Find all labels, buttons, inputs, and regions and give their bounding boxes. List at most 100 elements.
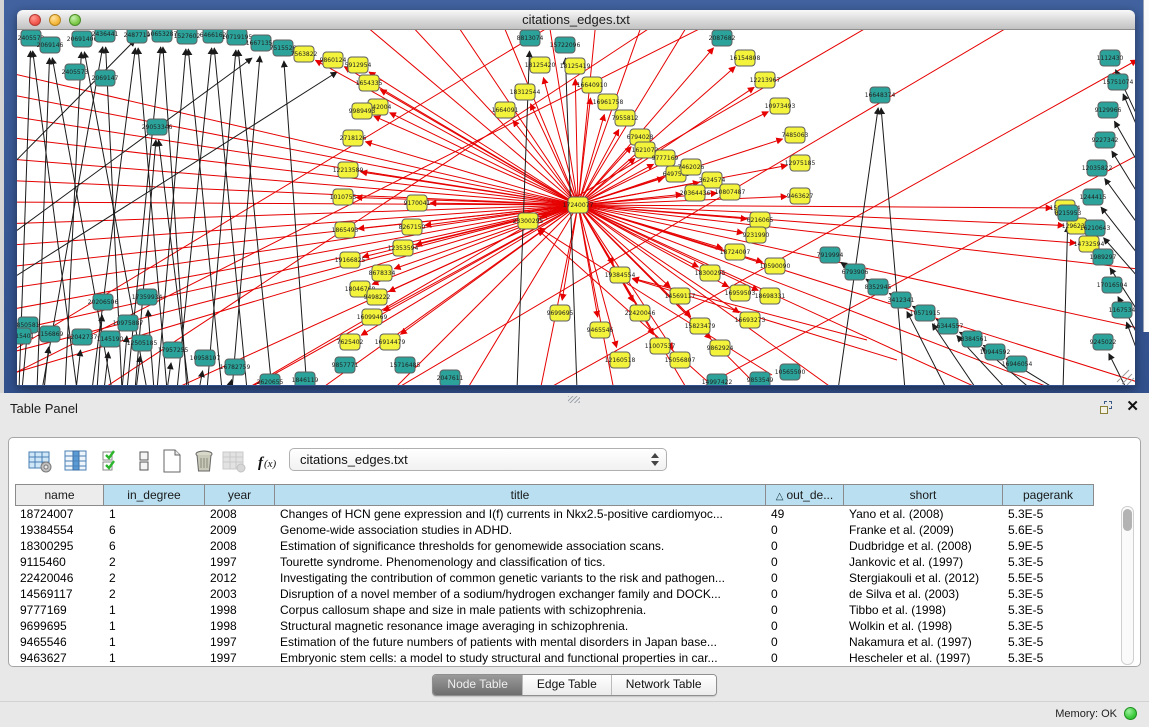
toggle-panel-icon[interactable]	[131, 448, 157, 474]
table-row[interactable]: 946554611997Estimation of the future num…	[15, 634, 1094, 650]
graph-node[interactable]: 2087682	[709, 30, 736, 46]
graph-node[interactable]: 18300295	[695, 265, 726, 281]
graph-node[interactable]: 7955812	[612, 110, 639, 126]
network-canvas[interactable]: 2405572206914620691406243644124877191065…	[17, 30, 1135, 385]
graph-node[interactable]: 12213967	[750, 72, 781, 88]
graph-node[interactable]: 2069146	[37, 37, 64, 53]
graph-node[interactable]: 10975887	[113, 315, 144, 331]
graph-node[interactable]: 1010755	[330, 189, 357, 205]
table-row[interactable]: 1830029562008Estimation of significance …	[15, 538, 1094, 554]
table-mode-icon[interactable]	[27, 448, 53, 474]
graph-node[interactable]: 6793906	[842, 264, 869, 280]
graph-node[interactable]: 8813074	[517, 30, 544, 46]
function-builder-icon[interactable]: f (x)	[255, 448, 281, 474]
splitter-handle[interactable]	[568, 396, 580, 403]
table-row[interactable]: 946362711997Embryonic stem cells: a mode…	[15, 650, 1094, 666]
graph-node[interactable]: 9777169	[652, 150, 679, 166]
column-header-year[interactable]: year	[205, 484, 275, 506]
graph-node[interactable]: 7485063	[782, 127, 809, 143]
select-rows-icon[interactable]	[99, 448, 125, 474]
graph-node[interactable]: 9170041	[404, 195, 431, 211]
graph-node[interactable]: 6216065	[747, 212, 774, 228]
graph-node[interactable]: 10958107	[190, 350, 221, 366]
graph-node[interactable]: 9463627	[787, 188, 814, 204]
table-select-dropdown[interactable]: citations_edges.txt	[289, 448, 667, 471]
tab-node-table[interactable]: Node Table	[433, 675, 522, 695]
graph-node[interactable]: 2620655	[257, 374, 284, 385]
column-header-pagerank[interactable]: pagerank	[1003, 484, 1094, 506]
graph-node[interactable]: 12035822	[1082, 160, 1113, 176]
graph-node[interactable]: 15722096	[550, 37, 581, 53]
graph-node[interactable]: 9498222	[364, 289, 391, 305]
graph-node[interactable]: 18698331	[755, 288, 786, 304]
graph-node[interactable]: 9465546	[587, 322, 614, 338]
graph-node[interactable]: 7919994	[817, 247, 844, 263]
table-row[interactable]: 911546021997Tourette syndrome. Phenomeno…	[15, 554, 1094, 570]
graph-node[interactable]: 7462026	[678, 159, 705, 175]
graph-node[interactable]: 16154808	[730, 50, 761, 66]
citation-graph[interactable]: 2405572206914620691406243644124877191065…	[17, 30, 1135, 385]
graph-node[interactable]: 11007537	[645, 338, 676, 354]
graph-node[interactable]: 9129966	[1095, 102, 1122, 118]
graph-node[interactable]: 9245022	[1090, 334, 1117, 350]
graph-node[interactable]: 8215953	[1055, 205, 1082, 221]
graph-node[interactable]: 9989493	[349, 103, 376, 119]
graph-node[interactable]: 1244415	[1080, 189, 1107, 205]
graph-node[interactable]: 8267150	[399, 219, 426, 235]
graph-node[interactable]: 10565500	[775, 364, 806, 380]
graph-node[interactable]: 19166825	[335, 252, 366, 268]
graph-node[interactable]: 1156869	[37, 326, 64, 342]
graph-node[interactable]: 2069147	[92, 70, 119, 86]
graph-node[interactable]: 19384554	[605, 267, 636, 283]
graph-node[interactable]: 9699695	[547, 305, 574, 321]
graph-node[interactable]: 2047611	[437, 370, 464, 385]
table-scrollbar-thumb[interactable]	[1123, 509, 1132, 531]
graph-node[interactable]: 7625402	[337, 334, 364, 350]
graph-node[interactable]: 15716485	[390, 357, 421, 373]
graph-node[interactable]: 5912954	[345, 57, 372, 73]
graph-node[interactable]: 7563822	[291, 46, 318, 62]
column-header-name[interactable]: name	[15, 484, 104, 506]
graph-node[interactable]: 14997422	[702, 374, 733, 385]
graph-node[interactable]: 3412341	[888, 292, 915, 308]
graph-node[interactable]: 1654335	[356, 75, 383, 91]
graph-node[interactable]: 8678334	[369, 265, 396, 281]
graph-node[interactable]: 1112430	[1097, 50, 1124, 66]
graph-node[interactable]: 16961758	[593, 94, 624, 110]
graph-node[interactable]: 9860124	[320, 52, 347, 68]
graph-node[interactable]: 9853549	[747, 372, 774, 385]
graph-node[interactable]: 2436441	[92, 30, 119, 42]
graph-node[interactable]: 22420046	[625, 305, 656, 321]
graph-node[interactable]: 10590090	[760, 258, 791, 274]
minimize-window-icon[interactable]	[49, 14, 61, 26]
delete-column-icon[interactable]	[191, 448, 217, 474]
graph-node[interactable]: 18312544	[510, 84, 541, 100]
graph-node[interactable]: 17016504	[1097, 277, 1128, 293]
graph-node[interactable]: 16693273	[735, 312, 766, 328]
graph-node[interactable]: 1167534	[1109, 302, 1135, 318]
graph-node[interactable]: 12213589	[333, 162, 364, 178]
graph-node[interactable]: 1527602	[174, 30, 201, 44]
tab-edge-table[interactable]: Edge Table	[522, 675, 611, 695]
new-column-icon[interactable]	[159, 448, 185, 474]
table-row[interactable]: 977716911998Corpus callosum shape and si…	[15, 602, 1094, 618]
graph-node[interactable]: 1865493	[332, 222, 359, 238]
graph-node[interactable]: 15056807	[665, 352, 696, 368]
graph-node[interactable]: 9862924	[707, 340, 734, 356]
graph-node[interactable]: 1989297	[1090, 249, 1117, 265]
table-row[interactable]: 1456911722003Disruption of a novel membe…	[15, 586, 1094, 602]
table-row[interactable]: 2242004622012Investigating the contribut…	[15, 570, 1094, 586]
table-row[interactable]: 969969511998Structural magnetic resonanc…	[15, 618, 1094, 634]
table-scrollbar[interactable]	[1121, 506, 1134, 665]
table-row[interactable]: 1872400712008Changes of HCN gene express…	[15, 506, 1094, 522]
graph-node[interactable]: 9231990	[743, 227, 770, 243]
table-row[interactable]: 1938455462009Genome-wide association stu…	[15, 522, 1094, 538]
graph-node[interactable]: 9857771	[332, 357, 359, 373]
graph-node[interactable]: 16648374	[865, 87, 896, 103]
tab-network-table[interactable]: Network Table	[611, 675, 716, 695]
column-header-short[interactable]: short	[844, 484, 1003, 506]
graph-node[interactable]: 1664091	[492, 102, 519, 118]
zoom-window-icon[interactable]	[69, 14, 81, 26]
graph-node[interactable]: 1145190	[97, 331, 124, 347]
column-header-out_de[interactable]: △out_de...	[766, 484, 844, 506]
